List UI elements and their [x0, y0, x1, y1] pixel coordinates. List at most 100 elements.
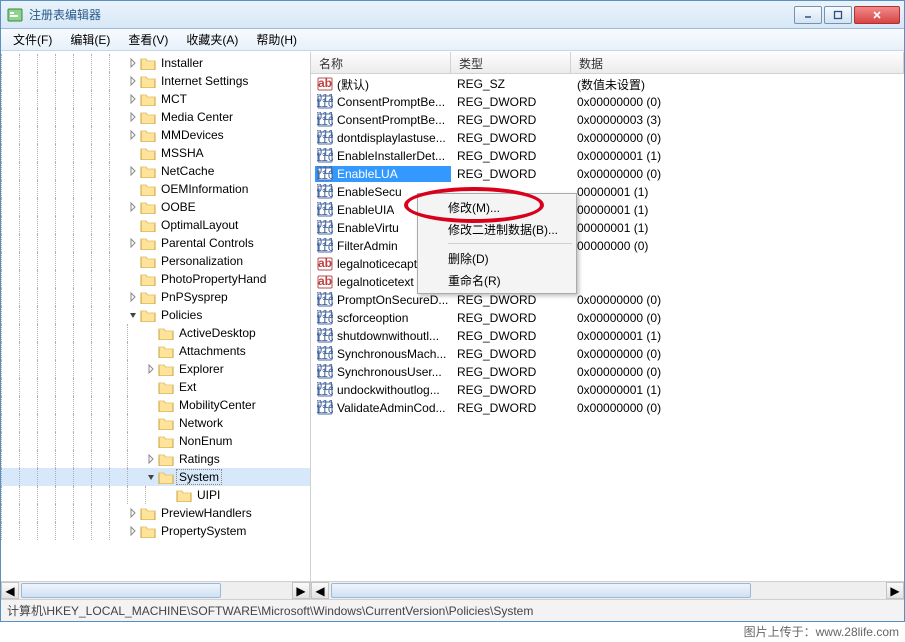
- tree-item[interactable]: Internet Settings: [1, 72, 310, 90]
- menu-view[interactable]: 查看(V): [120, 29, 176, 50]
- ctx-modify[interactable]: 修改(M)...: [420, 196, 574, 218]
- list-hscroll[interactable]: ◀ ▶: [311, 581, 904, 599]
- ctx-modify-binary[interactable]: 修改二进制数据(B)...: [420, 218, 574, 240]
- col-type[interactable]: 类型: [451, 52, 571, 73]
- menu-edit[interactable]: 编辑(E): [62, 29, 118, 50]
- tree-label: Network: [177, 416, 225, 430]
- tree-item[interactable]: PhotoPropertyHand: [1, 270, 310, 288]
- tree-item[interactable]: NonEnum: [1, 432, 310, 450]
- list-row[interactable]: (默认)REG_SZ(数值未设置): [311, 75, 904, 93]
- list-row[interactable]: undockwithoutlog...REG_DWORD0x00000001 (…: [311, 381, 904, 399]
- tree-item[interactable]: Network: [1, 414, 310, 432]
- col-data[interactable]: 数据: [571, 52, 904, 73]
- regedit-window: 注册表编辑器 文件(F) 编辑(E) 查看(V) 收藏夹(A) 帮助(H) In…: [0, 0, 905, 622]
- expand-icon[interactable]: [127, 525, 139, 537]
- tree-item[interactable]: Explorer: [1, 360, 310, 378]
- expand-icon[interactable]: [127, 237, 139, 249]
- list-row[interactable]: EnableUIA00000001 (1): [311, 201, 904, 219]
- list-row[interactable]: legalnoticetextREG_SZ: [311, 273, 904, 291]
- tree-label: UIPI: [195, 488, 222, 502]
- list-pane: 名称 类型 数据 (默认)REG_SZ(数值未设置)ConsentPromptB…: [311, 52, 904, 599]
- tree-item[interactable]: MobilityCenter: [1, 396, 310, 414]
- value-name: dontdisplaylastuse...: [337, 131, 446, 145]
- scroll-thumb[interactable]: [331, 583, 751, 598]
- menu-help[interactable]: 帮助(H): [248, 29, 305, 50]
- tree-item[interactable]: UIPI: [1, 486, 310, 504]
- tree-item[interactable]: PnPSysprep: [1, 288, 310, 306]
- scroll-right-icon[interactable]: ▶: [886, 582, 904, 599]
- expand-icon[interactable]: [127, 75, 139, 87]
- tree-item[interactable]: ActiveDesktop: [1, 324, 310, 342]
- close-button[interactable]: [854, 6, 900, 24]
- value-name: SynchronousMach...: [337, 347, 446, 361]
- scroll-thumb[interactable]: [21, 583, 221, 598]
- list-row[interactable]: PromptOnSecureD...REG_DWORD0x00000000 (0…: [311, 291, 904, 309]
- tree-item[interactable]: Media Center: [1, 108, 310, 126]
- tree-item[interactable]: NetCache: [1, 162, 310, 180]
- tree-item[interactable]: OEMInformation: [1, 180, 310, 198]
- list-row[interactable]: ConsentPromptBe...REG_DWORD0x00000000 (0…: [311, 93, 904, 111]
- expand-icon[interactable]: [127, 129, 139, 141]
- tree-item[interactable]: OptimalLayout: [1, 216, 310, 234]
- folder-icon: [158, 326, 174, 340]
- list-row[interactable]: SynchronousUser...REG_DWORD0x00000000 (0…: [311, 363, 904, 381]
- list-row[interactable]: SynchronousMach...REG_DWORD0x00000000 (0…: [311, 345, 904, 363]
- expand-icon[interactable]: [127, 93, 139, 105]
- expand-icon[interactable]: [127, 291, 139, 303]
- tree-item[interactable]: Installer: [1, 54, 310, 72]
- expand-icon[interactable]: [127, 201, 139, 213]
- expand-icon[interactable]: [127, 111, 139, 123]
- value-data: 0x00000001 (1): [571, 329, 904, 343]
- list-row[interactable]: EnableLUAREG_DWORD0x00000000 (0): [311, 165, 904, 183]
- tree-label: Policies: [159, 308, 204, 322]
- tree-item[interactable]: Personalization: [1, 252, 310, 270]
- value-data: 0x00000001 (1): [571, 149, 904, 163]
- list-scroll[interactable]: (默认)REG_SZ(数值未设置)ConsentPromptBe...REG_D…: [311, 74, 904, 581]
- tree-item[interactable]: PropertySystem: [1, 522, 310, 540]
- tree-item[interactable]: MMDevices: [1, 126, 310, 144]
- list-row[interactable]: EnableInstallerDet...REG_DWORD0x00000001…: [311, 147, 904, 165]
- expand-icon[interactable]: [145, 471, 157, 483]
- list-row[interactable]: ConsentPromptBe...REG_DWORD0x00000003 (3…: [311, 111, 904, 129]
- tree-item[interactable]: MSSHA: [1, 144, 310, 162]
- folder-icon: [140, 56, 156, 70]
- expand-icon[interactable]: [127, 309, 139, 321]
- ctx-rename[interactable]: 重命名(R): [420, 269, 574, 291]
- tree-item[interactable]: OOBE: [1, 198, 310, 216]
- tree-item[interactable]: Ext: [1, 378, 310, 396]
- value-sz-icon: [317, 256, 333, 272]
- menu-favorites[interactable]: 收藏夹(A): [178, 29, 246, 50]
- tree-item[interactable]: System: [1, 468, 310, 486]
- tree-item[interactable]: Policies: [1, 306, 310, 324]
- maximize-button[interactable]: [824, 6, 852, 24]
- titlebar[interactable]: 注册表编辑器: [1, 1, 904, 29]
- expand-icon[interactable]: [145, 453, 157, 465]
- list-row[interactable]: scforceoptionREG_DWORD0x00000000 (0): [311, 309, 904, 327]
- col-name[interactable]: 名称: [311, 52, 451, 73]
- list-row[interactable]: FilterAdmin00000000 (0): [311, 237, 904, 255]
- list-row[interactable]: EnableSecu00000001 (1): [311, 183, 904, 201]
- tree-item[interactable]: Attachments: [1, 342, 310, 360]
- tree-item[interactable]: Parental Controls: [1, 234, 310, 252]
- expand-icon[interactable]: [127, 57, 139, 69]
- list-row[interactable]: shutdownwithoutl...REG_DWORD0x00000001 (…: [311, 327, 904, 345]
- list-row[interactable]: dontdisplaylastuse...REG_DWORD0x00000000…: [311, 129, 904, 147]
- tree-scroll[interactable]: InstallerInternet SettingsMCTMedia Cente…: [1, 52, 310, 581]
- expand-icon[interactable]: [127, 165, 139, 177]
- scroll-left-icon[interactable]: ◀: [311, 582, 329, 599]
- list-row[interactable]: ValidateAdminCod...REG_DWORD0x00000000 (…: [311, 399, 904, 417]
- ctx-delete[interactable]: 删除(D): [420, 247, 574, 269]
- menu-file[interactable]: 文件(F): [5, 29, 60, 50]
- expand-icon[interactable]: [145, 363, 157, 375]
- list-row[interactable]: EnableVirtu00000001 (1): [311, 219, 904, 237]
- tree-hscroll[interactable]: ◀ ▶: [1, 581, 310, 599]
- list-row[interactable]: legalnoticecaptionREG_SZ: [311, 255, 904, 273]
- tree-item[interactable]: PreviewHandlers: [1, 504, 310, 522]
- tree-item[interactable]: MCT: [1, 90, 310, 108]
- scroll-right-icon[interactable]: ▶: [292, 582, 310, 599]
- tree-item[interactable]: Ratings: [1, 450, 310, 468]
- folder-icon: [140, 182, 156, 196]
- scroll-left-icon[interactable]: ◀: [1, 582, 19, 599]
- expand-icon[interactable]: [127, 507, 139, 519]
- minimize-button[interactable]: [794, 6, 822, 24]
